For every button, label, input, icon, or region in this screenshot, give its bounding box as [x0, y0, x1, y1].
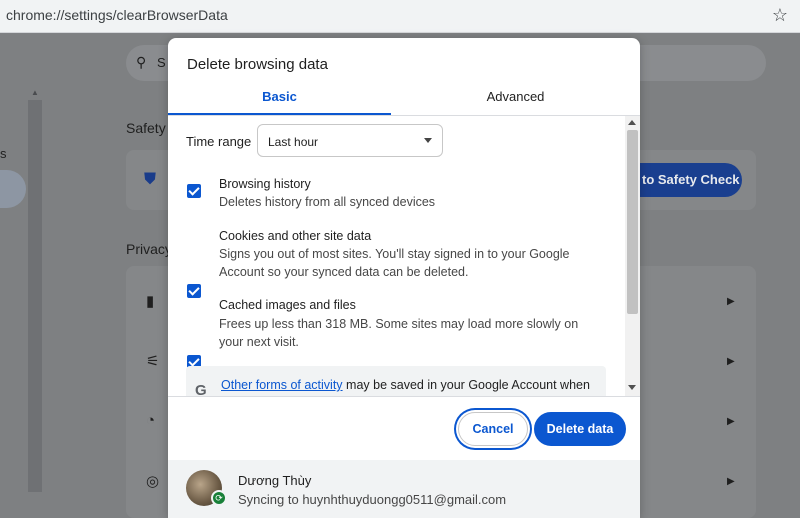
dialog-title: Delete browsing data — [187, 56, 328, 73]
dialog-scrollbar[interactable] — [625, 116, 640, 396]
address-bar[interactable]: chrome://settings/clearBrowserData ☆ — [0, 0, 800, 33]
time-range-select[interactable]: Last hour — [257, 124, 443, 157]
search-placeholder: S — [157, 55, 166, 70]
search-icon: ⚲ — [136, 54, 147, 70]
cancel-button[interactable]: Cancel — [458, 412, 528, 446]
chevron-right-icon: ▶ — [727, 416, 735, 427]
privacy-heading: Privacy — [126, 241, 172, 257]
cookies-title: Cookies and other site data — [219, 229, 372, 243]
url-text[interactable]: chrome://settings/clearBrowserData — [6, 7, 228, 23]
google-activity-notice: G Other forms of activity may be saved i… — [186, 366, 606, 396]
time-range-label: Time range — [186, 134, 252, 149]
browsing-history-checkbox[interactable] — [187, 184, 201, 198]
account-sync-panel: ⟳ Dương Thùy Syncing to huynhthuyduongg0… — [168, 460, 640, 518]
chevron-right-icon: ▶ — [727, 476, 735, 487]
safety-heading: Safety — [126, 120, 166, 136]
left-nav-scrollbar: ▲ — [28, 88, 42, 492]
browsing-history-description: Deletes history from all synced devices — [219, 195, 436, 209]
trash-icon: ▮ — [146, 293, 155, 310]
tab-advanced[interactable]: Advanced — [391, 89, 640, 115]
sync-icon: ⟳ — [211, 490, 227, 506]
delete-data-button[interactable]: Delete data — [534, 412, 626, 446]
tab-basic[interactable]: Basic — [168, 89, 391, 115]
scrollbar-thumb[interactable] — [627, 130, 638, 314]
ads-privacy-icon: ◎ — [146, 473, 160, 490]
delete-browsing-data-dialog: Delete browsing data Basic Advanced Time… — [168, 38, 640, 518]
chevron-right-icon: ▶ — [727, 296, 735, 307]
google-icon: G — [195, 382, 207, 396]
time-range-value: Last hour — [268, 135, 319, 149]
other-activity-link[interactable]: Other forms of activity — [221, 378, 343, 392]
activity-notice-text: may be saved in your Google Account when — [342, 378, 590, 392]
cookie-settings-icon: ⚟ — [146, 353, 160, 370]
cached-images-description: Frees up less than 318 MB. Some sites ma… — [219, 317, 579, 349]
scroll-up-arrow-icon[interactable] — [628, 120, 636, 125]
cookies-checkbox[interactable] — [187, 284, 201, 298]
dropdown-caret-icon — [424, 138, 432, 143]
cookies-description: Signs you out of most sites. You'll stay… — [219, 247, 570, 279]
cookie-icon: ◔ — [146, 412, 156, 429]
browsing-history-title: Browsing history — [219, 177, 311, 191]
sync-status: Syncing to huynhthuyduongg0511@gmail.com — [238, 492, 507, 507]
footer-divider — [168, 396, 640, 397]
scroll-down-arrow-icon[interactable] — [628, 385, 636, 390]
cached-images-title: Cached images and files — [219, 298, 356, 312]
star-icon[interactable]: ☆ — [772, 5, 788, 26]
shield-icon: ⛊ — [144, 171, 157, 188]
dialog-content: Time range Last hour Browsing history De… — [168, 116, 640, 396]
left-nav-item-text: s — [0, 146, 7, 161]
account-name: Dương Thùy — [238, 473, 312, 488]
chevron-right-icon: ▶ — [727, 356, 735, 367]
